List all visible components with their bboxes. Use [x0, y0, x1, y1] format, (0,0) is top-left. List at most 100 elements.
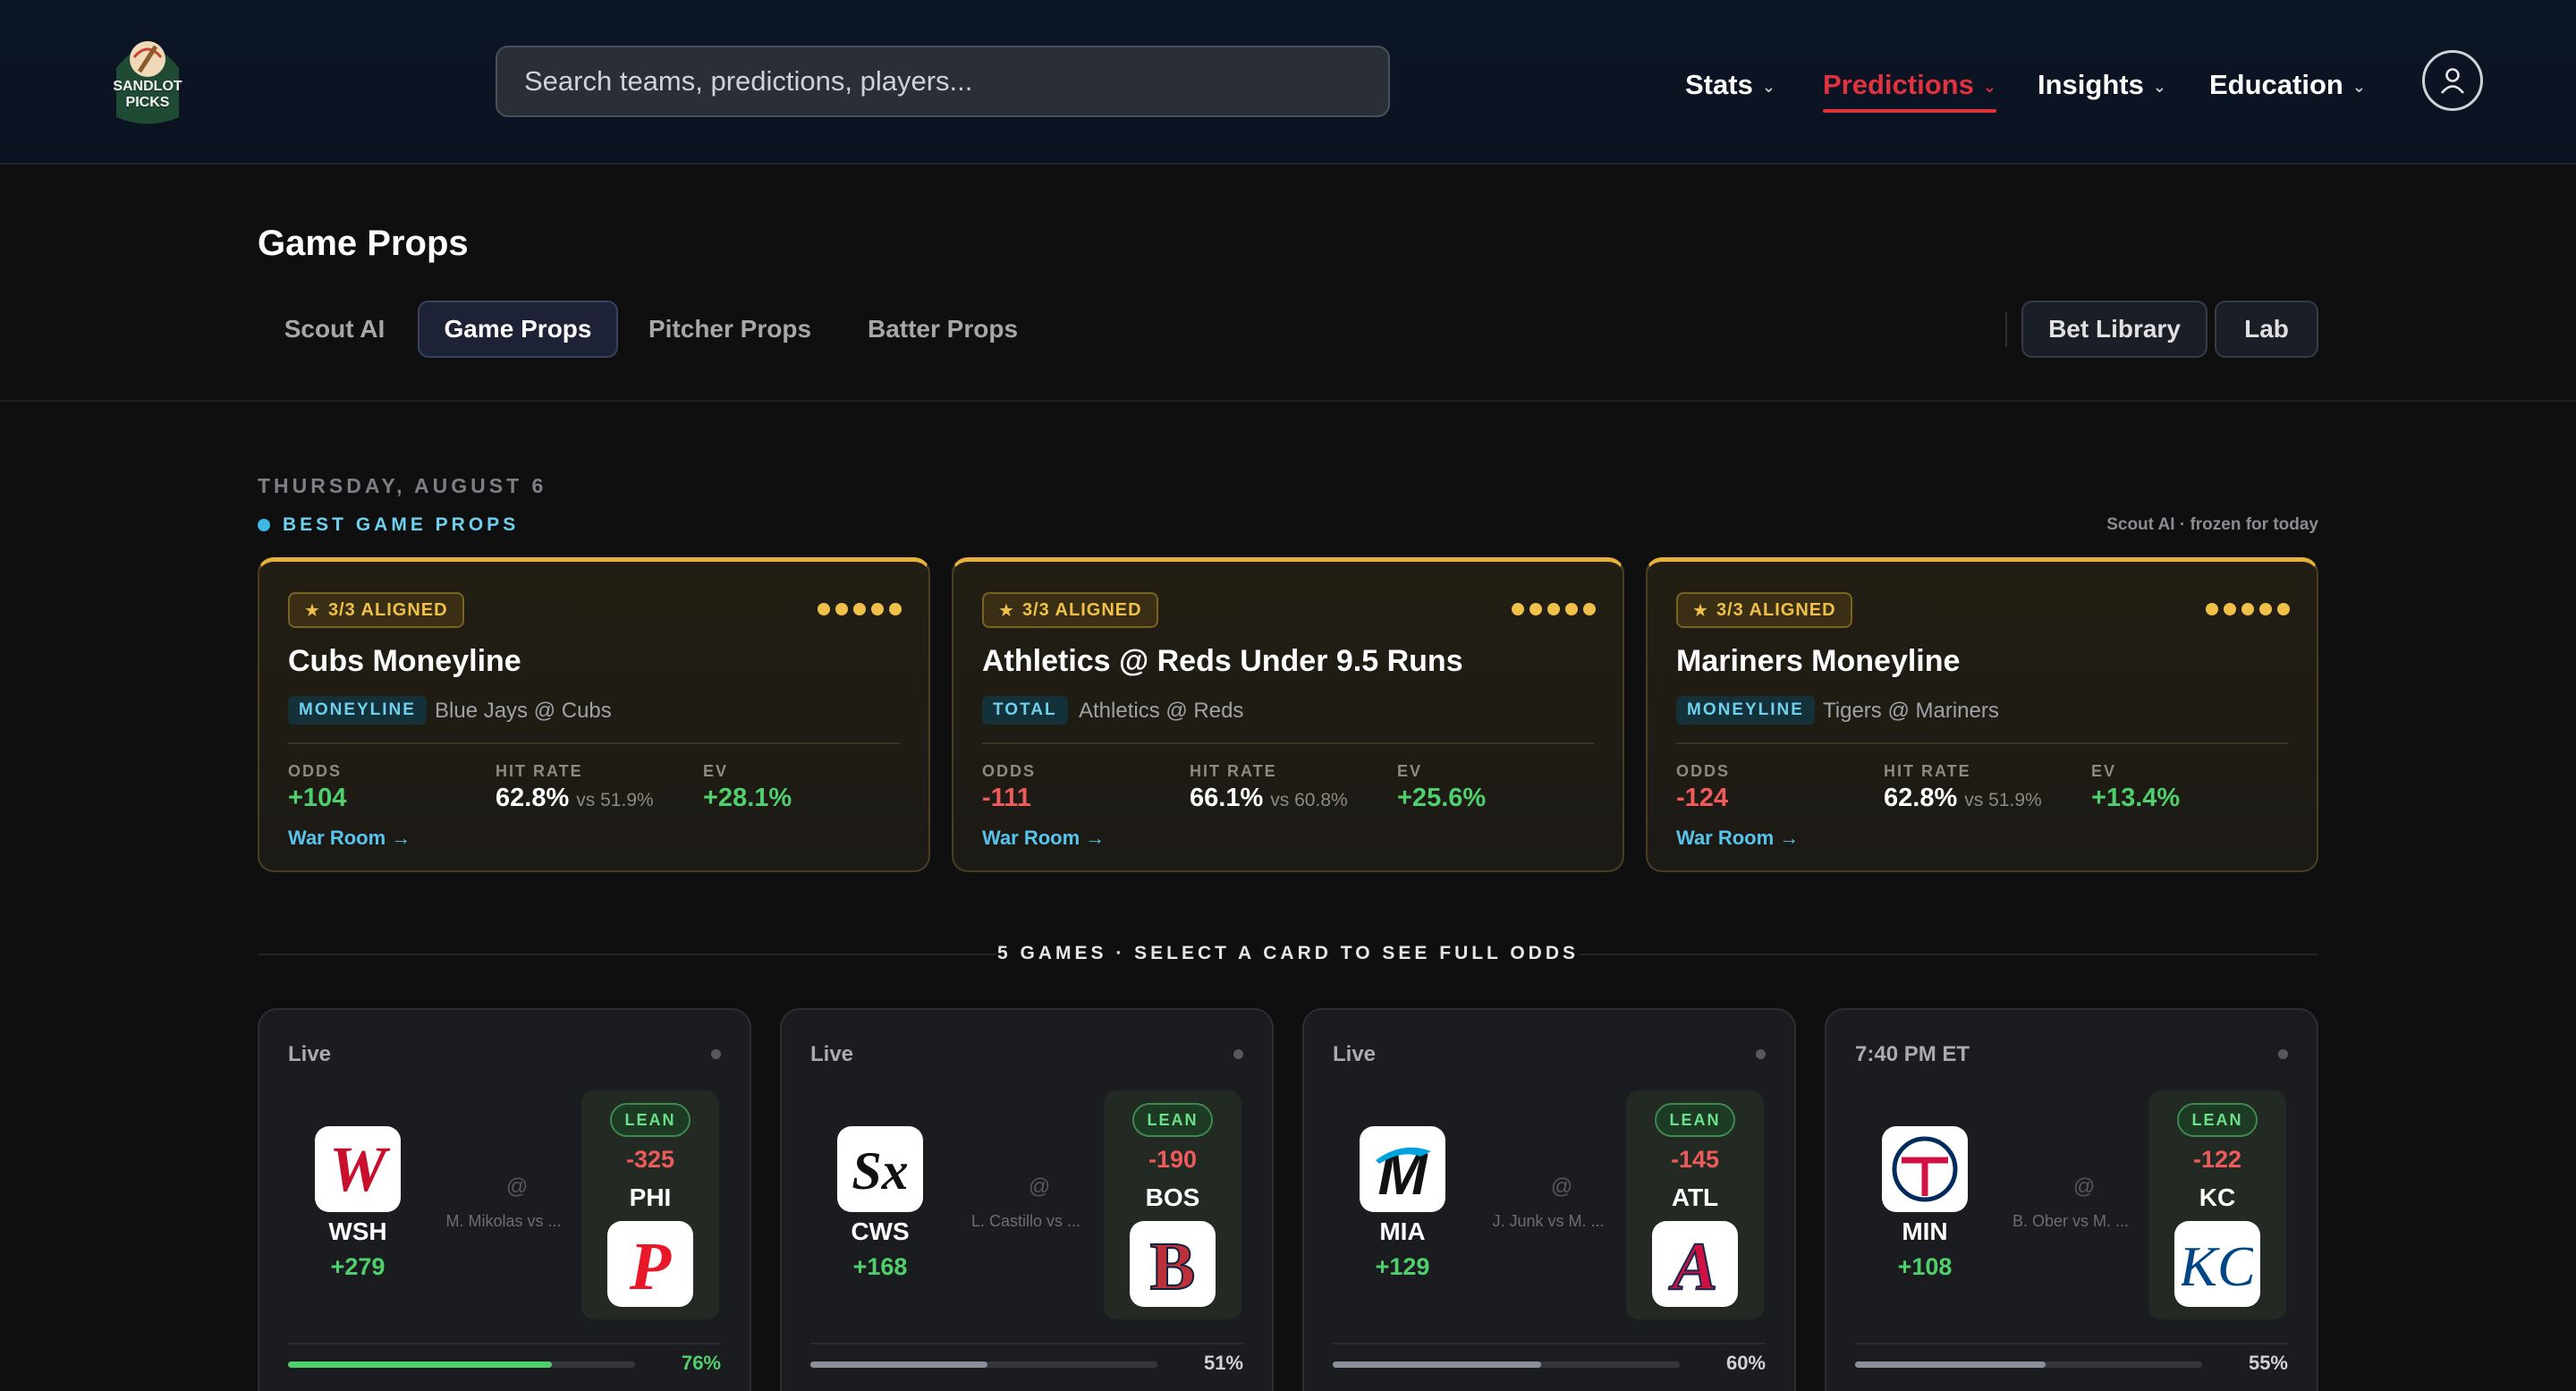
lean-badge: LEAN: [1132, 1103, 1213, 1137]
confidence-dots: [818, 603, 902, 615]
game-card[interactable]: Live M MIA +129 @ J. Junk vs M. ... LEAN…: [1302, 1008, 1796, 1391]
star-icon: ★: [998, 600, 1015, 621]
home-odds: -325: [625, 1146, 675, 1173]
nav-insights-label: Insights: [2038, 69, 2144, 100]
at-symbol: @: [1028, 1175, 1051, 1199]
star-icon: ★: [1692, 600, 1709, 621]
phillies-logo-icon: P: [607, 1221, 693, 1307]
win-prob-bar: [810, 1361, 1157, 1368]
card-divider: [1855, 1343, 2288, 1344]
prop-type-tag: MONEYLINE: [1676, 696, 1815, 725]
prop-title: Mariners Moneyline: [1676, 644, 1961, 678]
game-status: Live: [1333, 1042, 1377, 1066]
odds-value: -124: [1676, 784, 1729, 812]
win-prob-pct: 60%: [1725, 1352, 1766, 1374]
marlins-logo-icon: M: [1360, 1126, 1445, 1212]
sandlot-picks-logo[interactable]: SANDLOT PICKS: [107, 32, 188, 131]
svg-text:Sx: Sx: [852, 1141, 908, 1200]
ev-label: EV: [703, 762, 729, 780]
white-sox-logo-icon: Sx: [837, 1126, 923, 1212]
hit-rate-value: 66.1% vs 60.8%: [1190, 784, 1348, 813]
chevron-down-icon: ⌄: [1761, 77, 1775, 96]
ev-label: EV: [1397, 762, 1423, 780]
home-team-box: LEAN -122 KC KC: [2148, 1090, 2286, 1319]
odds-label: ODDS: [288, 762, 343, 780]
game-card[interactable]: Live Sx CWS +168 @ L. Castillo vs ... LE…: [780, 1008, 1274, 1391]
bet-library-button[interactable]: Bet Library: [2021, 301, 2207, 358]
braves-logo-icon: A: [1652, 1221, 1738, 1307]
home-team-box: LEAN -145 ATL A: [1626, 1090, 1764, 1319]
profile-button[interactable]: [2422, 50, 2483, 111]
aligned-badge-text: 3/3 ALIGNED: [327, 599, 448, 620]
hit-rate-baseline: vs 51.9%: [1964, 790, 2042, 810]
nav-insights[interactable]: Insights ⌄: [2038, 63, 2166, 107]
tab-game-props[interactable]: Game Props: [418, 301, 618, 358]
game-status: 7:40 PM ET: [1855, 1042, 1970, 1066]
away-team-abbr: WSH: [328, 1217, 387, 1245]
hit-rate-baseline: vs 51.9%: [576, 790, 654, 810]
svg-text:KC: KC: [2182, 1234, 2253, 1298]
pitcher-matchup: B. Ober vs M. ...: [2012, 1212, 2130, 1230]
twins-logo-icon: [1882, 1126, 1968, 1212]
war-room-link[interactable]: War Room →: [1676, 827, 1799, 850]
game-card[interactable]: 7:40 PM ET MIN +108 @ B. Ober vs M. ... …: [1825, 1008, 2318, 1391]
away-team-abbr: MIA: [1379, 1217, 1426, 1245]
game-status: Live: [288, 1042, 332, 1066]
win-prob-fill: [810, 1361, 987, 1368]
win-prob-fill: [1855, 1361, 2046, 1368]
aligned-badge-text: 3/3 ALIGNED: [1716, 599, 1836, 620]
tab-batter-props[interactable]: Batter Props: [853, 301, 1032, 358]
lean-badge: LEAN: [1655, 1103, 1735, 1137]
star-icon: ★: [304, 600, 321, 621]
chevron-down-icon: ⌄: [1982, 77, 1996, 96]
away-team-abbr: CWS: [851, 1217, 910, 1245]
nav-education[interactable]: Education ⌄: [2209, 63, 2366, 107]
nav-predictions[interactable]: Predictions ⌄: [1823, 63, 1996, 107]
page-title: Game Props: [258, 224, 469, 263]
hit-rate-label: HIT RATE: [496, 762, 583, 780]
away-team-abbr: MIN: [1902, 1217, 1948, 1245]
hit-rate-value: 62.8% vs 51.9%: [496, 784, 654, 813]
prop-title: Cubs Moneyline: [288, 644, 521, 678]
war-room-link[interactable]: War Room →: [288, 827, 411, 850]
lab-button[interactable]: Lab: [2215, 301, 2318, 358]
games-count-label: 5 GAMES · SELECT A CARD TO SEE FULL ODDS: [996, 943, 1580, 963]
prop-card[interactable]: ★ 3/3 ALIGNED Athletics @ Reds Under 9.5 …: [952, 557, 1624, 872]
tab-pitcher-props[interactable]: Pitcher Props: [637, 301, 823, 358]
confidence-dots: [1512, 603, 1596, 615]
card-divider: [810, 1343, 1243, 1344]
war-room-link[interactable]: War Room →: [982, 827, 1105, 850]
lean-badge: LEAN: [2177, 1103, 2258, 1137]
search-input[interactable]: [496, 46, 1390, 117]
top-header: SANDLOTPICKS Stats ⌄ Predictions ⌄ Insig…: [0, 0, 2576, 165]
tab-scout-ai[interactable]: Scout AI: [268, 301, 401, 358]
home-team-abbr: PHI: [629, 1183, 672, 1211]
lean-badge: LEAN: [610, 1103, 691, 1137]
win-prob-bar: [288, 1361, 635, 1368]
prop-matchup: Athletics @ Reds: [1079, 699, 1244, 723]
pitcher-matchup: L. Castillo vs ...: [970, 1212, 1081, 1230]
win-prob-fill: [1333, 1361, 1541, 1368]
logo-text: SANDLOT PICKS: [113, 79, 182, 110]
section-dot-icon: [258, 519, 270, 531]
hit-rate-number: 62.8%: [496, 784, 570, 812]
game-card[interactable]: Live W WSH +279 @ M. Mikolas vs ... LEAN…: [258, 1008, 751, 1391]
prop-card[interactable]: ★ 3/3 ALIGNED Cubs Moneyline MONEYLINE Bl…: [258, 557, 930, 872]
nav-stats[interactable]: Stats ⌄: [1685, 63, 1775, 107]
nationals-logo-icon: W: [315, 1126, 401, 1212]
home-team-abbr: ATL: [1671, 1183, 1719, 1211]
win-prob-bar: [1855, 1361, 2202, 1368]
home-team-box: LEAN -190 BOS B: [1104, 1090, 1241, 1319]
status-dot-icon: [1233, 1049, 1243, 1059]
scout-frozen-note: Scout AI · frozen for today: [2106, 515, 2318, 534]
red-sox-logo-icon: B: [1130, 1221, 1216, 1307]
prop-divider: [1676, 742, 2288, 744]
status-dot-icon: [711, 1049, 721, 1059]
nav-predictions-label: Predictions: [1823, 69, 1974, 100]
home-odds: -190: [1148, 1146, 1198, 1173]
hit-rate-number: 66.1%: [1190, 784, 1264, 812]
svg-text:B: B: [1150, 1229, 1196, 1300]
prop-matchup: Blue Jays @ Cubs: [435, 699, 612, 723]
prop-card[interactable]: ★ 3/3 ALIGNED Mariners Moneyline MONEYLIN…: [1646, 557, 2318, 872]
card-divider: [1333, 1343, 1766, 1344]
